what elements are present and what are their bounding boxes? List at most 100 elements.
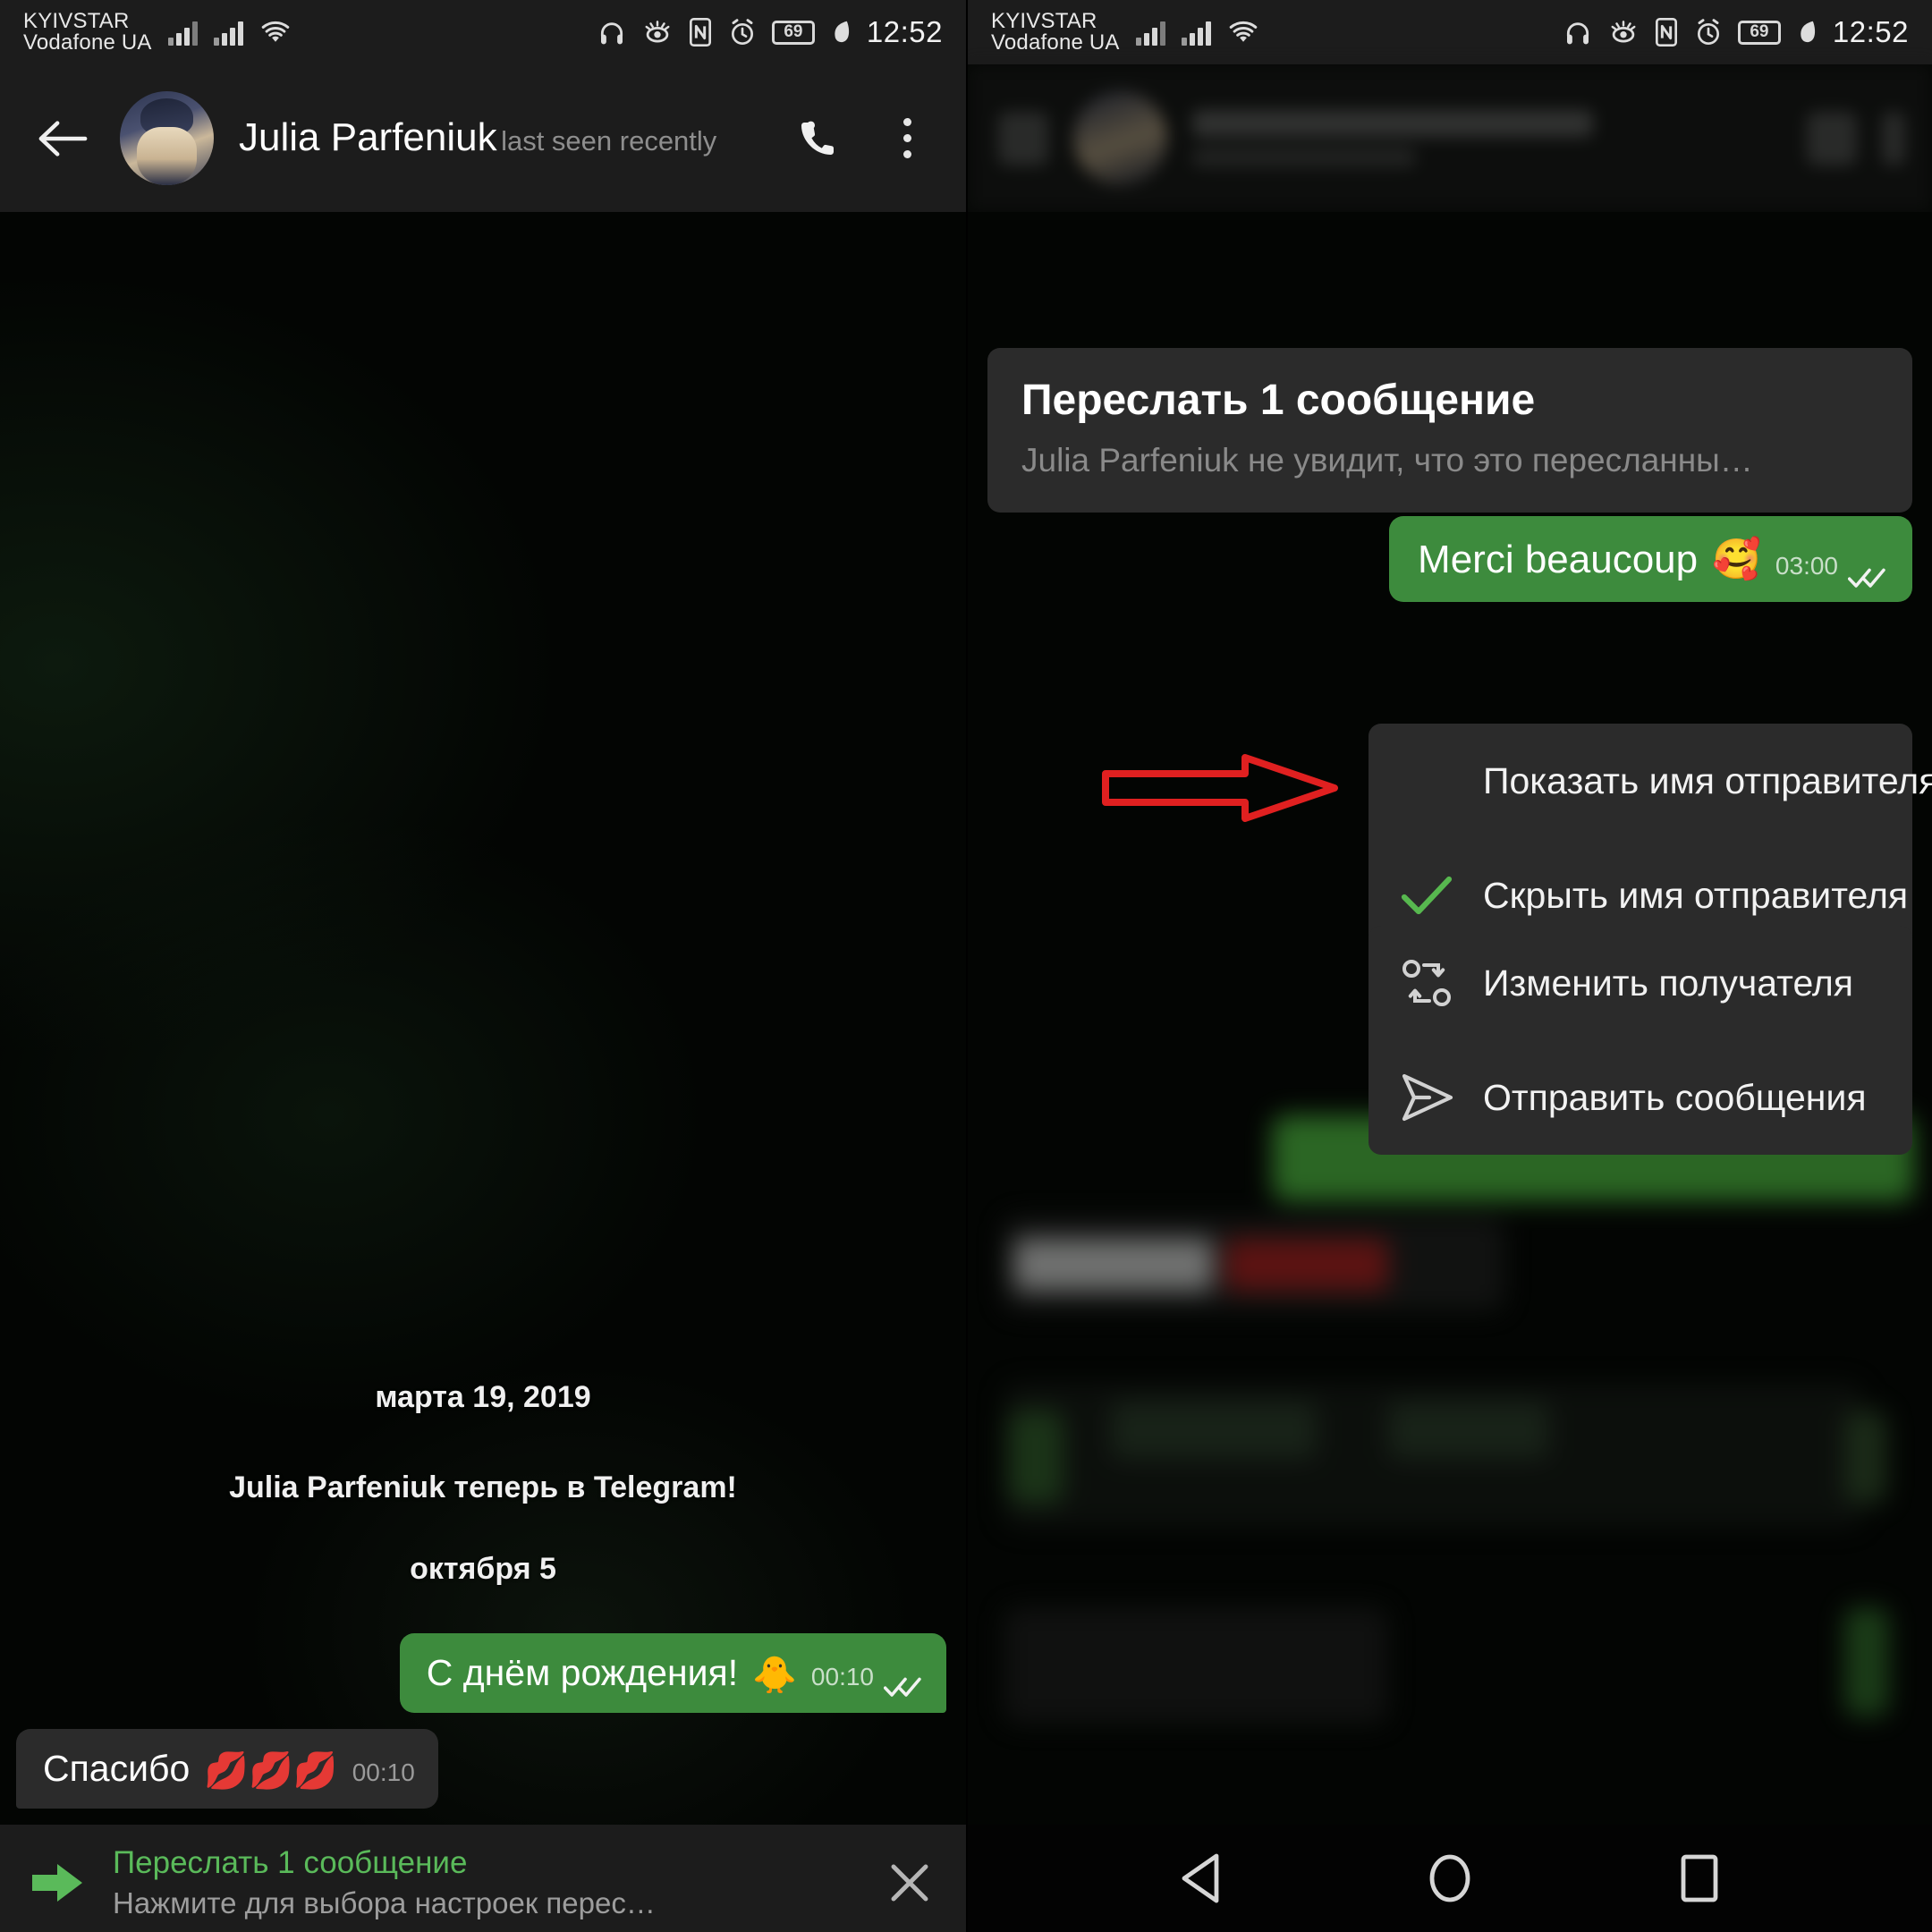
eye-comfort-icon xyxy=(1608,19,1639,46)
contact-status: last seen recently xyxy=(501,125,717,157)
chat-message-list[interactable]: марта 19, 2019 Julia Parfeniuk теперь в … xyxy=(0,212,966,1825)
sender-name-option-group: Показать имя отправителя Скрыть имя отпр… xyxy=(1102,724,1932,953)
wifi-icon xyxy=(259,19,292,46)
menu-item-show-sender-name[interactable]: Показать имя отправителя xyxy=(1368,724,1932,838)
preview-message-time: 03:00 xyxy=(1775,552,1838,580)
message-time: 00:10 xyxy=(810,1663,874,1691)
blurred-back-icon xyxy=(998,111,1048,165)
message-text: Спасибо xyxy=(43,1747,191,1789)
left-screen: KYIVSTAR Vodafone UA 69 12:52 Julia Parf… xyxy=(0,0,966,1932)
preview-message-emoji: 🥰 xyxy=(1712,538,1761,581)
forward-settings-overlay: Переслать 1 сообщение Julia Parfeniuk не… xyxy=(968,212,1932,1825)
menu-label-change-recipient: Изменить получателя xyxy=(1483,962,1854,1004)
menu-label-send-messages: Отправить сообщения xyxy=(1483,1076,1867,1118)
menu-item-change-recipient[interactable]: Изменить получателя xyxy=(1368,926,1912,1040)
service-message-date: марта 19, 2019 xyxy=(375,1379,591,1414)
battery-level: 69 xyxy=(784,22,803,41)
forward-preview-texts: Переслать 1 сообщение Нажмите для выбора… xyxy=(113,1843,850,1923)
read-ticks-icon xyxy=(1847,555,1887,588)
blurred-menu-icon xyxy=(1882,111,1905,165)
back-arrow-icon[interactable] xyxy=(30,106,95,171)
menu-label-hide-sender-name: Скрыть имя отправителя xyxy=(1483,874,1909,916)
service-message-joined: Julia Parfeniuk теперь в Telegram! xyxy=(229,1470,737,1504)
forward-preview-bubble[interactable]: Merci beaucoup 🥰 03:00 xyxy=(1389,516,1912,602)
send-icon xyxy=(1399,1072,1454,1123)
signal-bars-sim2-icon xyxy=(1181,19,1211,46)
signal-bars-sim1-icon xyxy=(1135,19,1165,46)
carrier-line-2: Vodafone UA xyxy=(23,30,152,55)
forward-arrow-icon xyxy=(30,1860,86,1905)
eye-comfort-icon xyxy=(642,19,673,46)
more-options-icon[interactable] xyxy=(875,106,939,171)
wifi-icon xyxy=(1227,19,1259,46)
carrier-line-1: KYIVSTAR xyxy=(991,8,1097,33)
red-arrow-annotation-icon xyxy=(1102,754,1343,822)
power-saving-icon xyxy=(830,19,852,46)
forward-dialog-title: Переслать 1 сообщение xyxy=(1021,377,1536,424)
status-bar-right-group: 69 12:52 xyxy=(597,15,943,49)
status-bar-clock: 12:52 xyxy=(866,15,943,48)
blurred-title-block xyxy=(1192,109,1782,167)
menu-item-send-messages[interactable]: Отправить сообщения xyxy=(1368,1040,1912,1155)
preview-message-text: Merci beaucoup xyxy=(1418,538,1699,581)
blurred-call-icon xyxy=(1807,111,1857,165)
blurred-avatar xyxy=(1073,91,1167,185)
blurred-title-bar xyxy=(1192,109,1594,137)
battery-icon: 69 xyxy=(771,20,815,45)
carrier-line-1: KYIVSTAR xyxy=(23,8,130,33)
status-bar-right-group: 69 12:52 xyxy=(1563,15,1909,49)
message-bubble-outgoing[interactable]: С днём рождения! 🐥 00:10 xyxy=(399,1632,946,1713)
message-bubble-incoming[interactable]: Спасибо 💋💋💋 00:10 xyxy=(16,1728,438,1809)
nfc-icon xyxy=(1654,18,1679,47)
call-icon[interactable] xyxy=(785,106,850,171)
forward-actions-group: Изменить получателя Отправить сообщения xyxy=(1368,926,1912,1155)
nfc-icon xyxy=(688,18,713,47)
message-row-outgoing[interactable]: С днём рождения! 🐥 00:10 xyxy=(0,1632,966,1713)
forward-dialog-header: Переслать 1 сообщение Julia Parfeniuk не… xyxy=(987,348,1912,513)
message-emoji: 💋💋💋 xyxy=(204,1751,338,1791)
message-emoji: 🐥 xyxy=(752,1655,797,1695)
carrier-line-2: Vodafone UA xyxy=(991,30,1120,55)
chat-title-block[interactable]: Julia Parfeniuk last seen recently xyxy=(239,115,760,161)
close-icon[interactable] xyxy=(877,1850,943,1916)
carrier-names: KYIVSTAR Vodafone UA xyxy=(23,8,152,55)
service-message-date-2: октября 5 xyxy=(410,1551,556,1586)
battery-icon: 69 xyxy=(1737,20,1781,45)
menu-label-show-sender-name: Показать имя отправителя xyxy=(1483,759,1932,801)
swap-recipient-icon xyxy=(1399,957,1454,1009)
nav-back-icon[interactable] xyxy=(1160,1838,1241,1919)
status-bar-left-group: KYIVSTAR Vodafone UA xyxy=(991,8,1259,55)
power-saving-icon xyxy=(1796,19,1818,46)
check-icon xyxy=(1399,874,1454,917)
dimmed-chat-header xyxy=(968,64,1932,212)
battery-level: 69 xyxy=(1750,22,1769,41)
screenshot-pair: KYIVSTAR Vodafone UA 69 12:52 Julia Parf… xyxy=(0,0,1932,1932)
message-meta: 00:10 xyxy=(810,1663,923,1697)
avatar[interactable] xyxy=(120,91,214,185)
alarm-icon xyxy=(1694,18,1723,47)
signal-bars-sim1-icon xyxy=(167,19,198,46)
nav-recents-icon[interactable] xyxy=(1659,1838,1740,1919)
nav-home-icon[interactable] xyxy=(1410,1838,1490,1919)
signal-bars-sim2-icon xyxy=(213,19,243,46)
status-bar-left: KYIVSTAR Vodafone UA 69 12:52 xyxy=(0,0,966,64)
blurred-subtitle-bar xyxy=(1192,147,1417,167)
forward-dialog-subtitle: Julia Parfeniuk не увидит, что это перес… xyxy=(1021,441,1753,479)
message-text: С днём рождения! xyxy=(426,1651,739,1693)
android-nav-bar-right[interactable] xyxy=(968,1825,1932,1932)
forward-preview-title: Переслать 1 сообщение xyxy=(113,1845,468,1880)
status-bar-clock: 12:52 xyxy=(1832,15,1909,48)
preview-message-meta: 03:00 xyxy=(1775,552,1887,588)
forward-preview-panel[interactable]: Переслать 1 сообщение Нажмите для выбора… xyxy=(0,1825,966,1932)
read-ticks-icon xyxy=(883,1666,923,1697)
chat-header: Julia Parfeniuk last seen recently xyxy=(0,64,966,212)
forward-preview-subtitle: Нажмите для выбора настроек перес… xyxy=(113,1885,656,1919)
message-time: 00:10 xyxy=(352,1758,415,1787)
right-screen: KYIVSTAR Vodafone UA 69 12:52 Переслать … xyxy=(966,0,1932,1932)
headphones-icon xyxy=(1563,18,1593,47)
message-row-incoming[interactable]: Спасибо 💋💋💋 00:10 xyxy=(0,1728,966,1809)
forward-settings-sheet: Переслать 1 сообщение Julia Parfeniuk не… xyxy=(968,212,1932,1825)
forward-preview-message-row: Merci beaucoup 🥰 03:00 xyxy=(987,516,1912,602)
status-bar-left-group: KYIVSTAR Vodafone UA xyxy=(23,8,292,55)
carrier-names: KYIVSTAR Vodafone UA xyxy=(991,8,1120,55)
